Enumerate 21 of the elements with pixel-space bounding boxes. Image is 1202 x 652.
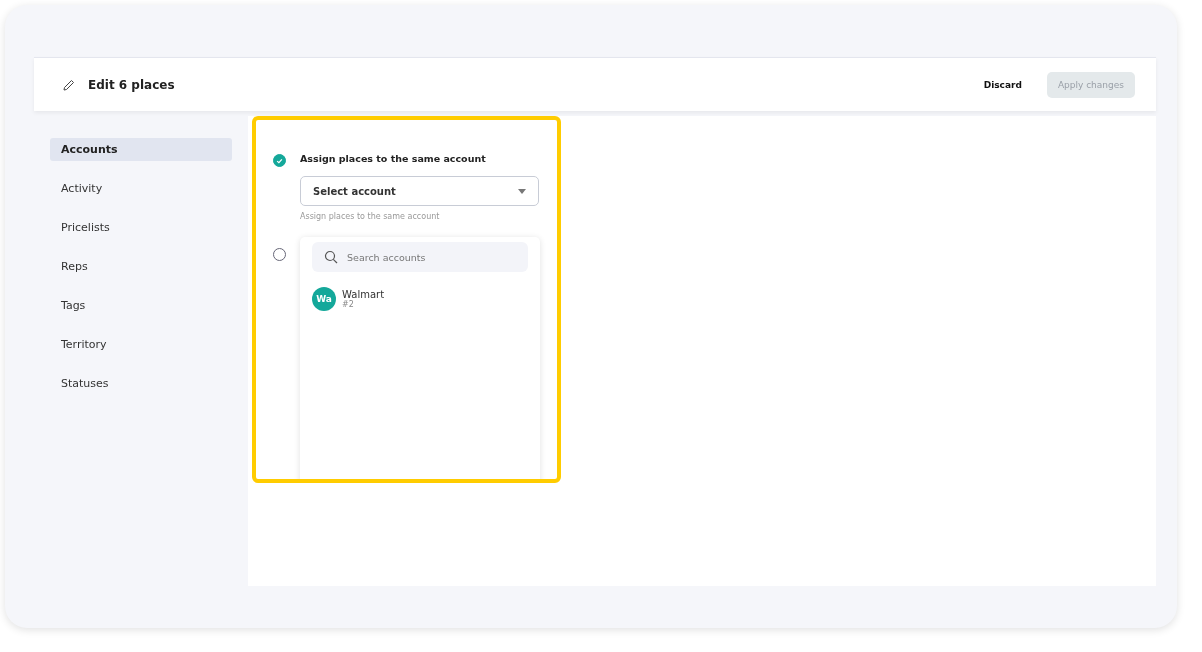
account-select[interactable]: Select account (300, 176, 539, 206)
account-item[interactable]: Wa Walmart #2 (312, 287, 528, 311)
sidebar-item[interactable]: Tags (50, 294, 232, 317)
caret-icon (518, 188, 526, 194)
radio-button[interactable] (273, 248, 286, 261)
sidebar-item[interactable]: Territory (50, 333, 232, 356)
account-avatar: Wa (312, 287, 336, 311)
option-label: Assign places to the same account (300, 153, 487, 164)
sidebar-item[interactable]: Activity (50, 177, 232, 200)
account-name: Walmart (342, 289, 385, 300)
sidebar-item[interactable]: Statuses (50, 372, 232, 395)
radio-button[interactable] (273, 154, 286, 167)
account-number: #2 (342, 300, 355, 309)
page-title: Edit 6 places (88, 77, 175, 92)
sidebar-item[interactable]: Reps (50, 255, 232, 278)
discard-button[interactable]: Discard (979, 75, 1026, 94)
search-field[interactable]: Search accounts (312, 242, 528, 272)
sidebar-item[interactable]: Pricelists (50, 216, 232, 239)
sidebar-item[interactable]: Accounts (50, 138, 232, 161)
pencil-icon (62, 77, 76, 92)
helper-text: Assign places to the same account (300, 212, 441, 221)
